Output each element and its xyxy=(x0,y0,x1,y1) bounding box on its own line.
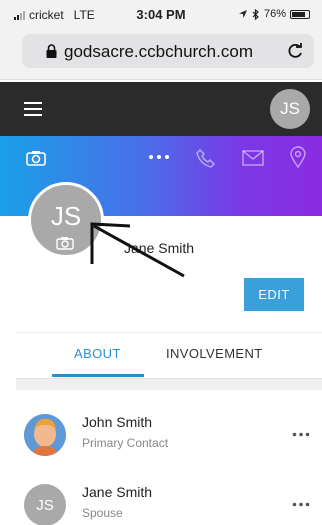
lock-icon xyxy=(46,44,57,58)
bluetooth-icon xyxy=(252,8,259,20)
tab-involvement[interactable]: INVOLVEMENT xyxy=(166,346,263,361)
more-icon[interactable] xyxy=(148,154,170,160)
hamburger-icon[interactable] xyxy=(24,102,42,116)
tab-about[interactable]: ABOUT xyxy=(74,346,121,361)
more-icon[interactable] xyxy=(292,432,310,437)
phone-icon[interactable] xyxy=(196,148,216,168)
contact-role: Spouse xyxy=(82,506,123,520)
battery-percent: 76% xyxy=(263,8,286,20)
mail-icon[interactable] xyxy=(242,150,264,166)
active-tab-indicator xyxy=(52,374,144,377)
avatar: JS xyxy=(24,484,66,525)
arrow-annotation xyxy=(90,222,185,278)
app-header: JS xyxy=(0,82,322,136)
browser-toolbar: godsacre.ccbchurch.com xyxy=(0,28,322,80)
status-icons: 76% xyxy=(238,8,310,20)
more-icon[interactable] xyxy=(292,502,310,507)
profile-tabs: ABOUT INVOLVEMENT xyxy=(16,332,322,377)
camera-icon[interactable] xyxy=(26,150,46,166)
contact-role: Primary Contact xyxy=(82,436,169,450)
battery-icon xyxy=(290,9,310,19)
status-bar: cricket LTE 3:04 PM 76% xyxy=(0,0,322,28)
map-pin-icon[interactable] xyxy=(290,146,306,168)
header-avatar[interactable]: JS xyxy=(270,89,310,129)
list-item[interactable]: John Smith Primary Contact xyxy=(16,406,322,462)
avatar xyxy=(24,414,66,456)
url-text: godsacre.ccbchurch.com xyxy=(64,42,253,61)
contact-name: John Smith xyxy=(82,414,153,430)
contact-name: Jane Smith xyxy=(82,484,153,500)
location-arrow-icon xyxy=(238,10,247,18)
edit-button[interactable]: EDIT xyxy=(244,278,304,311)
list-item[interactable]: JS Jane Smith Spouse xyxy=(16,476,322,525)
section-divider xyxy=(16,378,322,390)
camera-icon[interactable] xyxy=(56,236,74,250)
reload-icon[interactable] xyxy=(286,42,304,60)
address-bar[interactable]: godsacre.ccbchurch.com xyxy=(22,34,314,68)
